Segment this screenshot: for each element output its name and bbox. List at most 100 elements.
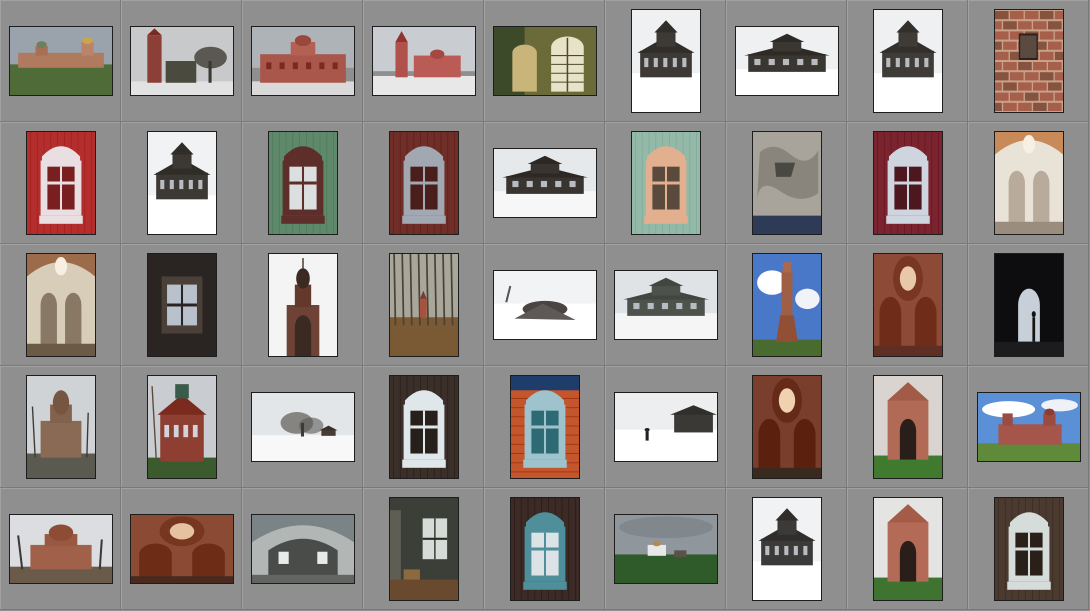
photo-thumbnail[interactable] (26, 253, 96, 357)
thumbnail-image (390, 498, 458, 600)
photo-thumbnail[interactable] (631, 9, 701, 113)
thumbnail-image (390, 254, 458, 356)
grid-cell (605, 244, 726, 366)
grid-cell (121, 488, 242, 610)
grid-cell (0, 244, 121, 366)
photo-thumbnail[interactable] (614, 270, 718, 340)
thumbnail-image (390, 376, 458, 478)
photo-thumbnail[interactable] (389, 253, 459, 357)
grid-cell (726, 488, 847, 610)
thumbnail-image (511, 376, 579, 478)
thumbnail-image (494, 271, 596, 339)
thumbnail-image (615, 515, 717, 583)
photo-thumbnail[interactable] (614, 392, 718, 462)
grid-cell (968, 366, 1089, 488)
thumbnail-image (494, 149, 596, 217)
photo-thumbnail[interactable] (735, 26, 839, 96)
photo-thumbnail[interactable] (510, 497, 580, 601)
photo-thumbnail[interactable] (9, 26, 113, 96)
thumbnail-image (10, 27, 112, 95)
photo-thumbnail[interactable] (873, 497, 943, 601)
photo-thumbnail[interactable] (994, 131, 1064, 235)
thumbnail-image (753, 498, 821, 600)
photo-thumbnail[interactable] (994, 497, 1064, 601)
photo-thumbnail[interactable] (147, 375, 217, 479)
thumbnail-image (632, 132, 700, 234)
thumbnail-image (27, 376, 95, 478)
photo-thumbnail[interactable] (977, 392, 1081, 462)
grid-cell (605, 0, 726, 122)
thumbnail-image (995, 10, 1063, 112)
thumbnail-image (148, 132, 216, 234)
thumbnail-image (10, 515, 112, 583)
photo-thumbnail[interactable] (873, 253, 943, 357)
grid-cell (968, 488, 1089, 610)
grid-cell (0, 366, 121, 488)
photo-thumbnail[interactable] (372, 26, 476, 96)
thumbnail-image (27, 132, 95, 234)
thumbnail-image (753, 254, 821, 356)
grid-cell (0, 122, 121, 244)
photo-thumbnail[interactable] (994, 9, 1064, 113)
thumbnail-image (753, 132, 821, 234)
thumbnail-image (148, 376, 216, 478)
photo-thumbnail[interactable] (389, 375, 459, 479)
photo-thumbnail[interactable] (268, 131, 338, 235)
grid-cell (121, 122, 242, 244)
photo-thumbnail[interactable] (873, 9, 943, 113)
photo-thumbnail[interactable] (251, 26, 355, 96)
thumbnail-image (615, 271, 717, 339)
thumbnail-image (131, 515, 233, 583)
thumbnail-image (252, 515, 354, 583)
grid-cell (242, 0, 363, 122)
photo-thumbnail[interactable] (493, 148, 597, 218)
grid-cell (726, 366, 847, 488)
grid-cell (363, 244, 484, 366)
photo-thumbnail[interactable] (873, 375, 943, 479)
photo-thumbnail[interactable] (752, 497, 822, 601)
photo-thumbnail[interactable] (147, 253, 217, 357)
photo-thumbnail[interactable] (510, 375, 580, 479)
grid-cell (242, 366, 363, 488)
thumbnail-image (390, 132, 458, 234)
photo-thumbnail[interactable] (251, 514, 355, 584)
photo-thumbnail[interactable] (251, 392, 355, 462)
thumbnail-image (995, 132, 1063, 234)
thumbnail-image (27, 254, 95, 356)
grid-cell (847, 244, 968, 366)
grid-cell (363, 0, 484, 122)
photo-thumbnail[interactable] (752, 375, 822, 479)
thumbnail-image (494, 27, 596, 95)
grid-cell (242, 122, 363, 244)
grid-cell (847, 366, 968, 488)
grid-cell (363, 122, 484, 244)
photo-thumbnail[interactable] (130, 26, 234, 96)
thumbnail-image (736, 27, 838, 95)
grid-cell (726, 122, 847, 244)
grid-cell (968, 0, 1089, 122)
grid-cell (605, 488, 726, 610)
photo-thumbnail[interactable] (493, 26, 597, 96)
grid-cell (484, 488, 605, 610)
thumbnail-image (753, 376, 821, 478)
grid-cell (242, 488, 363, 610)
photo-thumbnail[interactable] (614, 514, 718, 584)
thumbnail-image (995, 254, 1063, 356)
photo-thumbnail[interactable] (26, 131, 96, 235)
photo-thumbnail[interactable] (631, 131, 701, 235)
thumbnail-image (874, 376, 942, 478)
photo-thumbnail[interactable] (9, 514, 113, 584)
grid-cell (363, 366, 484, 488)
photo-thumbnail[interactable] (389, 497, 459, 601)
photo-thumbnail[interactable] (268, 253, 338, 357)
photo-thumbnail[interactable] (26, 375, 96, 479)
photo-thumbnail[interactable] (389, 131, 459, 235)
photo-thumbnail[interactable] (752, 253, 822, 357)
grid-cell (363, 488, 484, 610)
photo-thumbnail[interactable] (752, 131, 822, 235)
photo-thumbnail[interactable] (130, 514, 234, 584)
photo-thumbnail[interactable] (493, 270, 597, 340)
photo-thumbnail[interactable] (147, 131, 217, 235)
photo-thumbnail[interactable] (994, 253, 1064, 357)
photo-thumbnail[interactable] (873, 131, 943, 235)
